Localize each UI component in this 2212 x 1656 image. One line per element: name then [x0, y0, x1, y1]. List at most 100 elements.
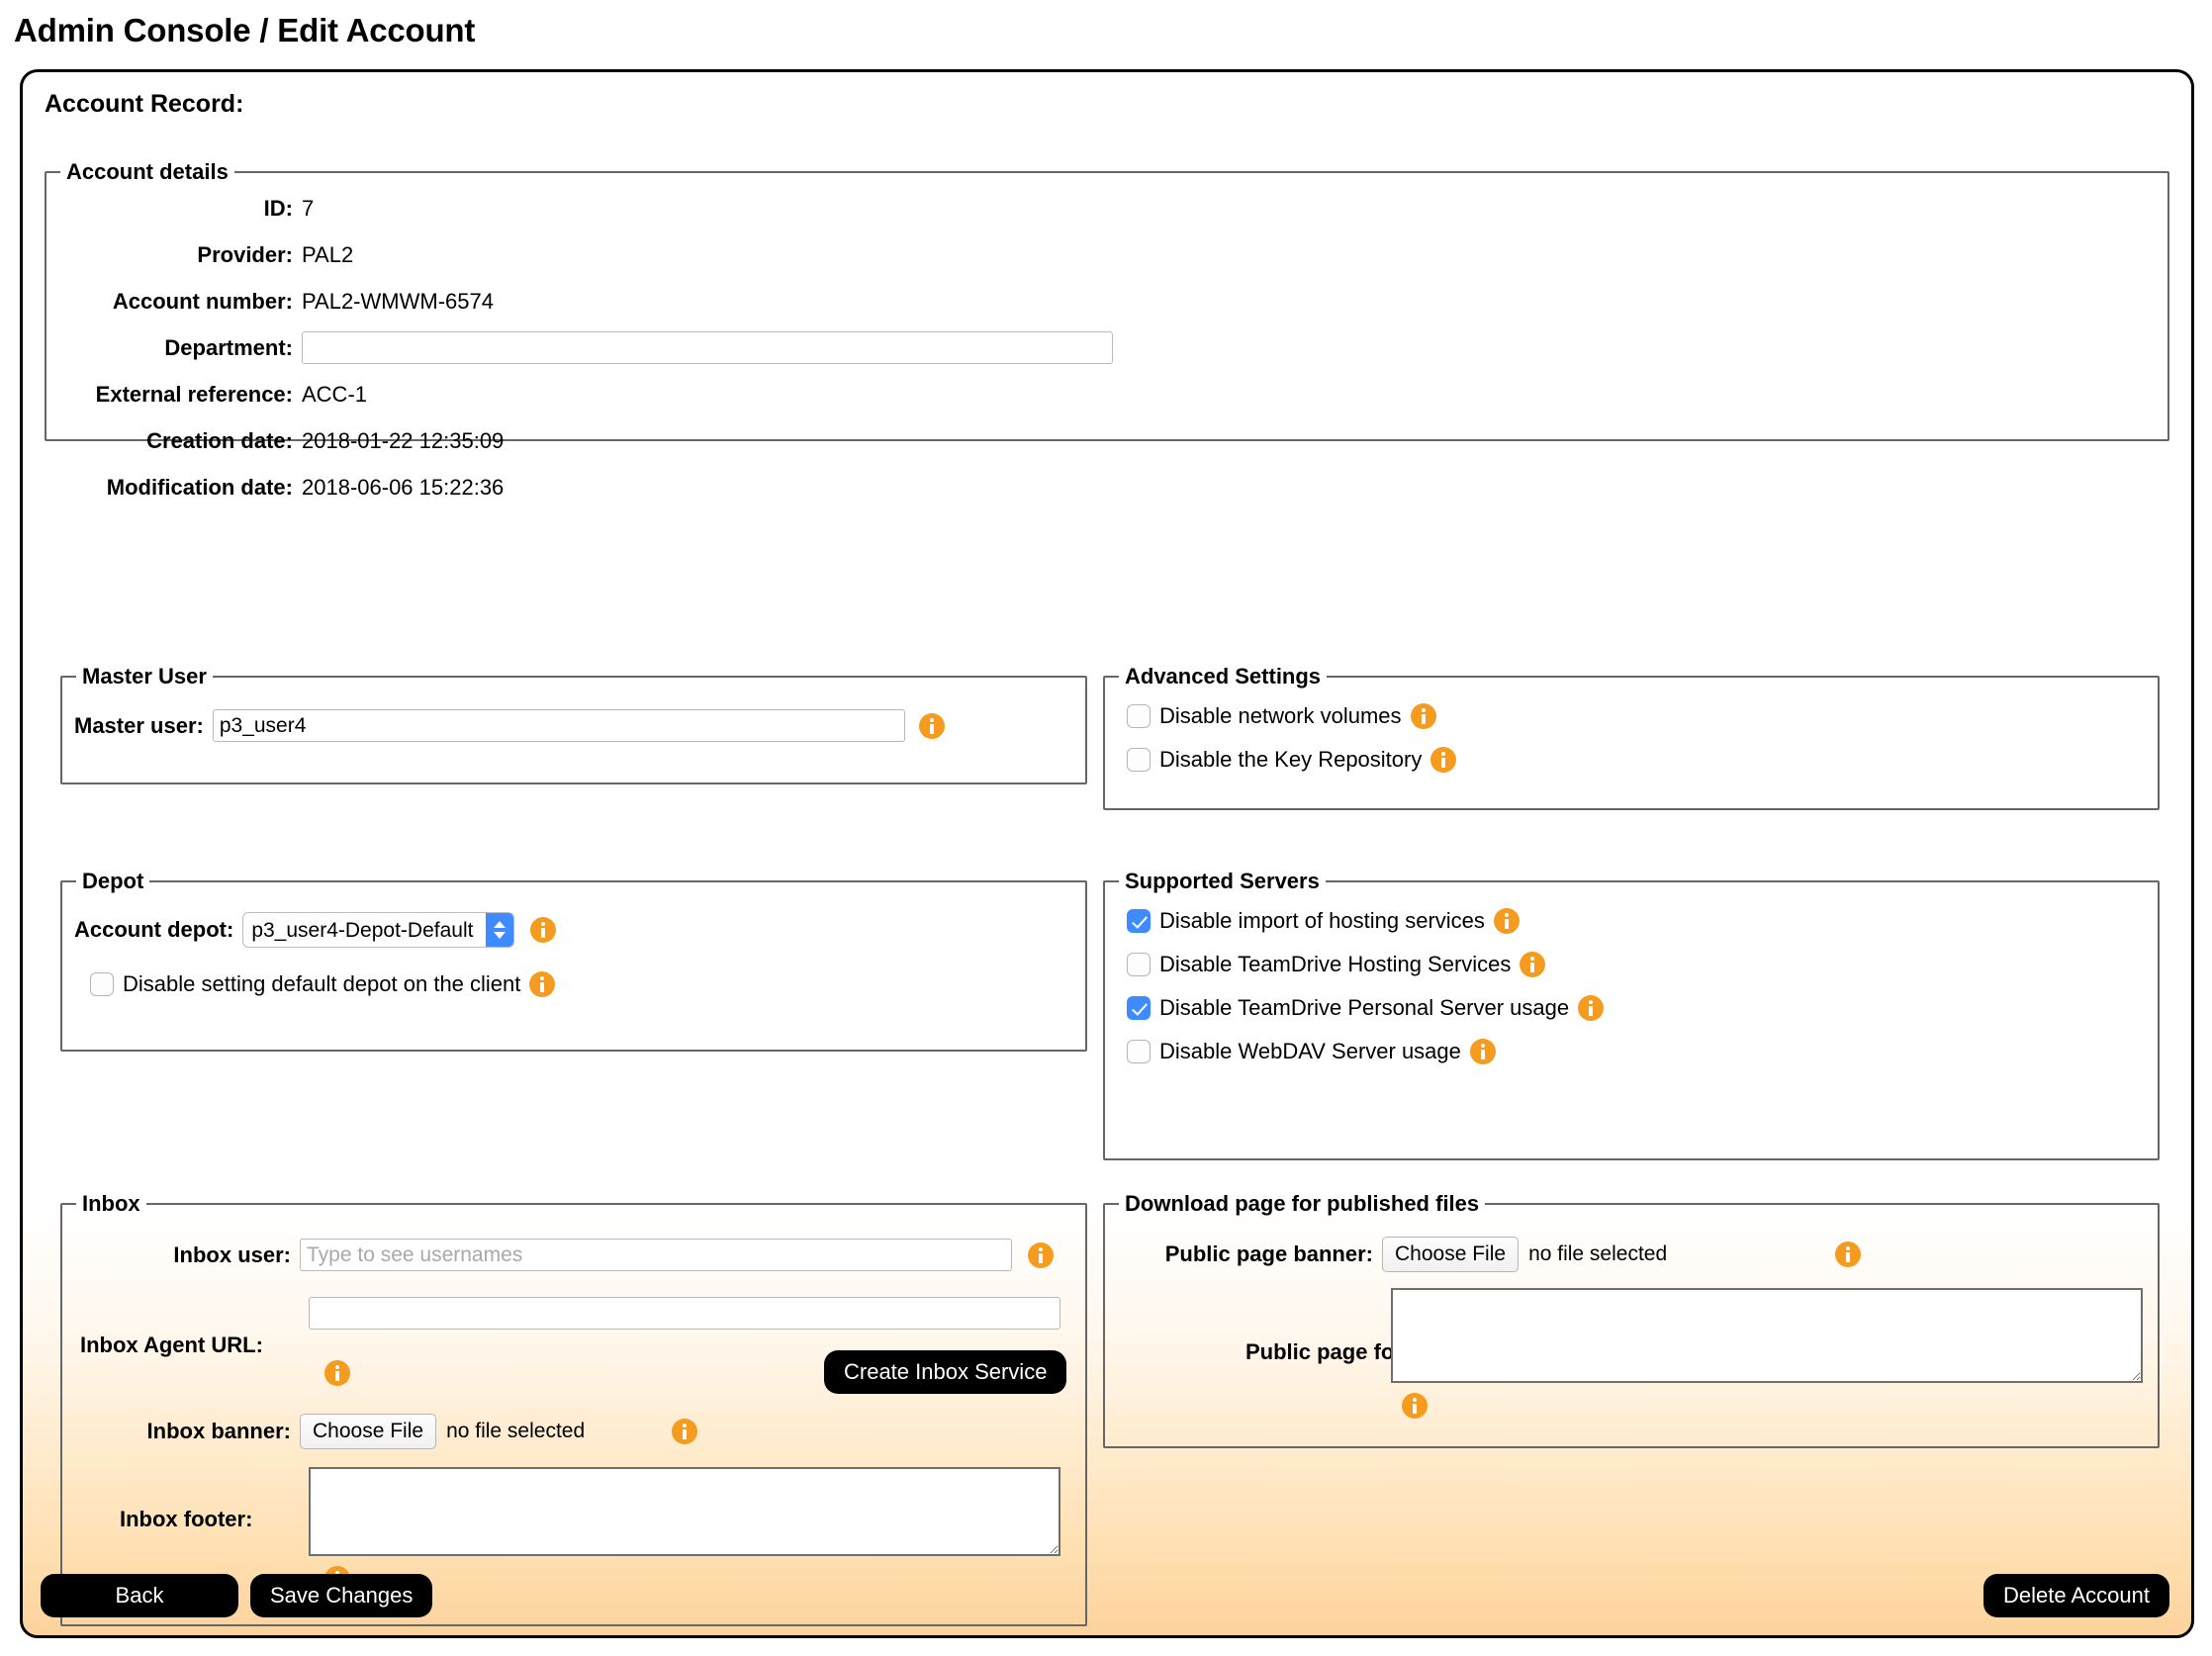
info-icon[interactable] — [672, 1419, 698, 1444]
account-details-legend: Account details — [66, 159, 229, 184]
inbox-footer-label: Inbox footer: — [120, 1507, 253, 1531]
inbox-user-label: Inbox user: — [173, 1242, 291, 1267]
inbox-footer-row: Inbox footer: — [62, 1449, 1085, 1592]
department-input[interactable] — [302, 331, 1113, 364]
info-icon[interactable] — [1520, 952, 1546, 977]
disable-key-repository-checkbox[interactable] — [1127, 748, 1151, 772]
account-depot-row: Account depot: p3_user4-Depot-Default — [62, 894, 1085, 948]
disable-personal-server-row: Disable TeamDrive Personal Server usage — [1105, 977, 2158, 1021]
info-icon[interactable] — [1469, 1039, 1496, 1064]
info-icon[interactable] — [1402, 1393, 1428, 1419]
public-banner-file-status: no file selected — [1528, 1242, 1668, 1265]
depot-legend: Depot — [82, 869, 144, 893]
disable-network-volumes-checkbox[interactable] — [1127, 704, 1151, 728]
advanced-settings-fieldset: Advanced Settings Disable network volume… — [1103, 664, 2160, 810]
disable-import-hosting-row: Disable import of hosting services — [1105, 894, 2158, 934]
inbox-user-row: Inbox user: — [62, 1217, 1085, 1271]
detail-value-provider: PAL2 — [302, 241, 354, 267]
info-icon[interactable] — [918, 712, 945, 739]
inbox-banner-label: Inbox banner: — [146, 1419, 291, 1443]
inbox-agent-url-row: Inbox Agent URL: Create Inbox Service — [62, 1271, 1085, 1408]
disable-default-depot-checkbox[interactable] — [90, 972, 114, 996]
master-user-row: Master user: — [62, 690, 1085, 742]
account-record-heading: Account Record: — [45, 90, 244, 118]
info-icon[interactable] — [324, 1360, 350, 1386]
supported-servers-legend: Supported Servers — [1125, 869, 1320, 893]
info-icon[interactable] — [1028, 1242, 1054, 1268]
disable-webdav-row: Disable WebDAV Server usage — [1105, 1021, 2158, 1064]
info-icon[interactable] — [529, 971, 556, 997]
supported-servers-fieldset: Supported Servers Disable import of host… — [1103, 869, 2160, 1160]
inbox-banner-file-status: no file selected — [446, 1420, 586, 1442]
master-user-label: Master user: — [74, 712, 204, 738]
download-page-fieldset: Download page for published files Public… — [1103, 1191, 2160, 1448]
disable-teamdrive-hosting-checkbox[interactable] — [1127, 953, 1151, 976]
bottom-left-button-bar: Back Save Changes — [41, 1574, 433, 1617]
disable-import-hosting-checkbox[interactable] — [1127, 909, 1151, 933]
account-depot-select[interactable]: p3_user4-Depot-Default — [242, 912, 515, 948]
detail-value-external-reference: ACC-1 — [302, 381, 368, 407]
info-icon[interactable] — [1430, 747, 1457, 773]
inbox-agent-url-label: Inbox Agent URL: — [80, 1333, 263, 1357]
info-icon[interactable] — [530, 917, 557, 943]
delete-account-button[interactable]: Delete Account — [1983, 1574, 2169, 1617]
inbox-legend: Inbox — [82, 1191, 140, 1216]
public-page-banner-label: Public page banner: — [1164, 1242, 1373, 1266]
page-title: Admin Console / Edit Account — [14, 12, 476, 48]
detail-label-id: ID: — [263, 195, 293, 221]
info-icon[interactable] — [1493, 908, 1520, 934]
inbox-user-input[interactable] — [300, 1239, 1012, 1271]
back-button[interactable]: Back — [41, 1574, 238, 1617]
download-page-legend: Download page for published files — [1125, 1191, 1480, 1216]
detail-value-modification-date: 2018-06-06 15:22:36 — [302, 474, 505, 500]
account-depot-select-wrap: p3_user4-Depot-Default — [242, 912, 515, 948]
inbox-banner-row: Inbox banner: Choose File no file select… — [62, 1408, 1085, 1449]
detail-label-department: Department: — [164, 334, 293, 360]
public-banner-row: Public page banner: Choose File no file … — [1105, 1217, 2158, 1272]
inbox-footer-textarea[interactable] — [309, 1467, 1060, 1556]
public-footer-row: Public page footer: — [1105, 1272, 2158, 1421]
detail-label-account-number: Account number: — [112, 288, 293, 314]
disable-key-repository-row: Disable the Key Repository — [1105, 729, 2158, 773]
disable-personal-server-checkbox[interactable] — [1127, 996, 1151, 1020]
info-icon[interactable] — [1578, 995, 1605, 1021]
disable-personal-server-label: Disable TeamDrive Personal Server usage — [1159, 995, 1570, 1020]
detail-row-id: ID: 7 — [46, 185, 2167, 231]
detail-label-provider: Provider: — [197, 241, 293, 267]
info-icon[interactable] — [1410, 703, 1436, 729]
disable-default-depot-row: Disable setting default depot on the cli… — [62, 948, 1085, 997]
disable-webdav-label: Disable WebDAV Server usage — [1159, 1039, 1461, 1063]
inbox-agent-url-input[interactable] — [309, 1297, 1060, 1330]
account-record-frame: Account Record: Account details ID: 7 Pr… — [20, 69, 2194, 1638]
disable-default-depot-label: Disable setting default depot on the cli… — [123, 971, 521, 996]
info-icon[interactable] — [1835, 1242, 1862, 1267]
public-banner-choose-file-button[interactable]: Choose File — [1382, 1237, 1520, 1272]
disable-key-repository-label: Disable the Key Repository — [1159, 747, 1423, 772]
account-details-fieldset: Account details ID: 7 Provider: PAL2 Acc… — [45, 159, 2169, 500]
detail-row-account-number: Account number: PAL2-WMWM-6574 — [46, 278, 2167, 324]
save-changes-button[interactable]: Save Changes — [250, 1574, 433, 1617]
advanced-settings-legend: Advanced Settings — [1125, 664, 1322, 689]
detail-row-provider: Provider: PAL2 — [46, 231, 2167, 278]
detail-label-external-reference: External reference: — [95, 381, 293, 407]
detail-value-creation-date: 2018-01-22 12:35:09 — [302, 427, 505, 453]
master-user-fieldset: Master User Master user: — [60, 664, 1087, 784]
disable-webdav-checkbox[interactable] — [1127, 1040, 1151, 1063]
master-user-input[interactable] — [212, 709, 905, 742]
detail-row-modification-date: Modification date: 2018-06-06 15:22:36 — [46, 464, 2167, 510]
depot-fieldset: Depot Account depot: p3_user4-Depot-Defa… — [60, 869, 1087, 1052]
account-depot-label: Account depot: — [74, 917, 234, 942]
detail-value-account-number: PAL2-WMWM-6574 — [302, 288, 494, 314]
disable-teamdrive-hosting-row: Disable TeamDrive Hosting Services — [1105, 934, 2158, 977]
detail-label-modification-date: Modification date: — [106, 474, 293, 500]
disable-network-volumes-row: Disable network volumes — [1105, 690, 2158, 729]
detail-row-department: Department: — [46, 324, 2167, 371]
disable-network-volumes-label: Disable network volumes — [1159, 703, 1402, 728]
create-inbox-service-button[interactable]: Create Inbox Service — [824, 1350, 1067, 1394]
public-footer-textarea[interactable] — [1391, 1288, 2143, 1383]
disable-import-hosting-label: Disable import of hosting services — [1159, 908, 1485, 933]
master-user-legend: Master User — [82, 664, 207, 689]
disable-teamdrive-hosting-label: Disable TeamDrive Hosting Services — [1159, 952, 1512, 976]
detail-row-creation-date: Creation date: 2018-01-22 12:35:09 — [46, 417, 2167, 464]
inbox-banner-choose-file-button[interactable]: Choose File — [300, 1414, 437, 1449]
